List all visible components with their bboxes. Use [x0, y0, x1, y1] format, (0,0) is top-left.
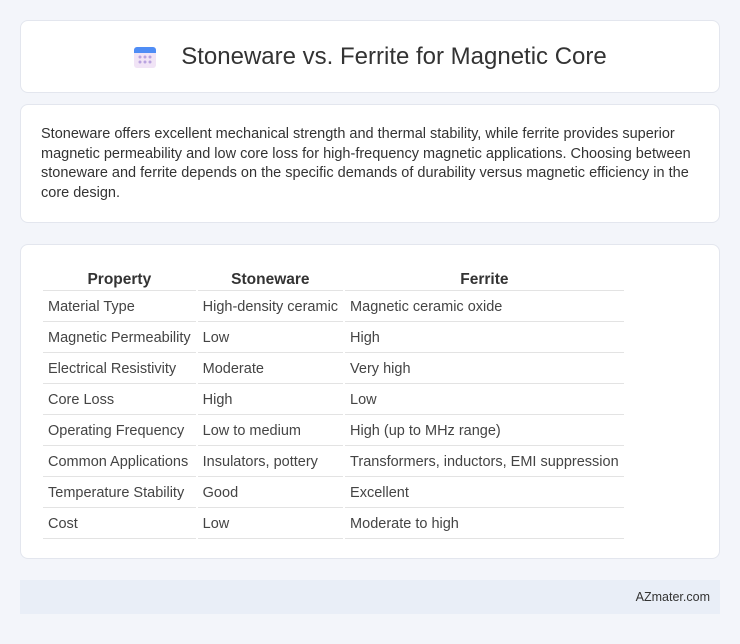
table-row: Material Type High-density ceramic Magne…	[43, 293, 624, 322]
table-row: Temperature Stability Good Excellent	[43, 479, 624, 508]
table-cell: High (up to MHz range)	[345, 417, 624, 446]
table-cell: Moderate to high	[345, 510, 624, 539]
footer: AZmater.com	[20, 580, 720, 614]
table-cell: Good	[197, 479, 344, 508]
title-card: Stoneware vs. Ferrite for Magnetic Core	[20, 20, 720, 93]
calendar-icon	[133, 45, 157, 69]
table-cell: Very high	[345, 355, 624, 384]
table-cell: Low to medium	[197, 417, 344, 446]
table-cell: High	[197, 386, 344, 415]
table-cell: Common Applications	[43, 448, 196, 477]
table-cell: Insulators, pottery	[197, 448, 344, 477]
table-header-row: Property Stoneware Ferrite	[43, 267, 624, 291]
table-row: Operating Frequency Low to medium High (…	[43, 417, 624, 446]
table-cell: Operating Frequency	[43, 417, 196, 446]
table-cell: Excellent	[345, 479, 624, 508]
table-row: Core Loss High Low	[43, 386, 624, 415]
table-cell: Low	[197, 510, 344, 539]
page-title: Stoneware vs. Ferrite for Magnetic Core	[181, 42, 607, 70]
table-row: Electrical Resistivity Moderate Very hig…	[43, 355, 624, 384]
column-header-property: Property	[43, 267, 196, 291]
table-cell: Magnetic Permeability	[43, 324, 196, 353]
table-row: Cost Low Moderate to high	[43, 510, 624, 539]
table-cell: Material Type	[43, 293, 196, 322]
table-row: Magnetic Permeability Low High	[43, 324, 624, 353]
table-cell: Magnetic ceramic oxide	[345, 293, 624, 322]
table-cell: Moderate	[197, 355, 344, 384]
table-cell: High	[345, 324, 624, 353]
table-cell: Electrical Resistivity	[43, 355, 196, 384]
column-header-stoneware: Stoneware	[197, 267, 344, 291]
table-cell: Low	[345, 386, 624, 415]
table-cell: High-density ceramic	[197, 293, 344, 322]
table-cell: Temperature Stability	[43, 479, 196, 508]
table-cell: Transformers, inductors, EMI suppression	[345, 448, 624, 477]
table-cell: Core Loss	[43, 386, 196, 415]
table-row: Common Applications Insulators, pottery …	[43, 448, 624, 477]
summary-card: Stoneware offers excellent mechanical st…	[20, 104, 720, 223]
table-cell: Low	[197, 324, 344, 353]
table-cell: Cost	[43, 510, 196, 539]
summary-text: Stoneware offers excellent mechanical st…	[41, 126, 691, 201]
comparison-table: Property Stoneware Ferrite Material Type…	[41, 265, 626, 541]
footer-site-link[interactable]: AZmater.com	[636, 590, 710, 604]
comparison-card: Property Stoneware Ferrite Material Type…	[20, 244, 720, 559]
column-header-ferrite: Ferrite	[345, 267, 624, 291]
